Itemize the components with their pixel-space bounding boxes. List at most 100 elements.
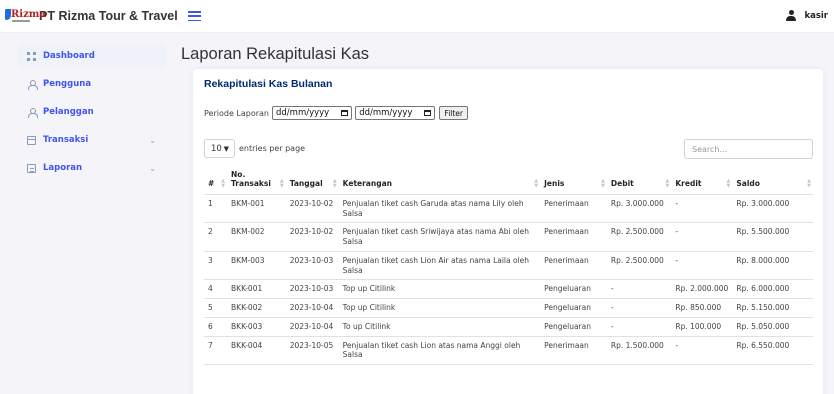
calendar-icon[interactable]: [341, 110, 349, 116]
cell-type: Penerimaan: [540, 251, 607, 281]
cell-debit: Rp. 2.500.000: [606, 251, 672, 281]
date-to-input[interactable]: dd/mm/yyyy: [355, 106, 436, 120]
cell-credit: Rp. 850.000: [671, 298, 733, 318]
report-card: Rekapitulasi Kas Bulanan Periode Laporan…: [193, 69, 823, 394]
cell-description: Penjualan tiket cash Sriwijaya atas nama…: [338, 222, 541, 252]
cell-description: Penjualan tiket cash Lion Air atas nama …: [338, 251, 541, 281]
cell-description: To up Citilink: [338, 317, 541, 337]
cell-number: 5: [204, 298, 228, 318]
cell-debit: -: [606, 279, 672, 299]
cell-balance: Rp. 6.550.000: [732, 336, 813, 365]
sidebar-item-pelanggan[interactable]: Pelanggan: [18, 100, 166, 124]
sidebar-item-label: Laporan: [43, 163, 83, 173]
filter-button[interactable]: Filter: [439, 106, 468, 120]
cell-balance: Rp. 5.500.000: [732, 222, 813, 252]
cell-debit: Rp. 3.000.000: [606, 194, 672, 224]
column-header[interactable]: # ▲ ▼: [204, 167, 228, 195]
cell-number: 1: [204, 194, 228, 224]
cell-type: Pengeluaran: [540, 298, 607, 318]
user-profile[interactable]: kasir: [786, 10, 828, 21]
cell-type: Penerimaan: [540, 194, 607, 224]
cell-description: Penjualan tiket cash Garuda atas nama Li…: [338, 194, 541, 224]
cell-date: 2023-10-05: [285, 336, 339, 365]
cell-transaction-no: BKK-003: [227, 317, 286, 337]
cell-credit: -: [671, 194, 733, 224]
user-name: kasir: [804, 10, 828, 21]
table-row: 2 BKM-002 2023-10-02 Penjualan tiket cas…: [204, 222, 813, 252]
column-header[interactable]: Debit ▲ ▼: [606, 167, 672, 195]
table-row: 7 BKK-004 2023-10-05 Penjualan tiket cas…: [204, 336, 813, 365]
column-header[interactable]: Kredit ▲ ▼: [671, 167, 733, 195]
sidebar-item-pengguna[interactable]: Pengguna: [18, 72, 166, 96]
column-header[interactable]: Jenis ▲ ▼: [540, 167, 607, 195]
cell-number: 3: [204, 251, 228, 281]
card-icon: [27, 136, 36, 145]
cell-debit: -: [606, 298, 672, 318]
column-header[interactable]: Saldo ▲ ▼: [732, 167, 813, 195]
sidebar: Dashboard Pengguna Pelanggan Transaksi ⌄…: [18, 44, 166, 184]
entries-control: 10 ▼ entries per page: [204, 139, 305, 158]
person-icon: [27, 107, 38, 118]
cell-date: 2023-10-04: [285, 298, 339, 318]
chevron-down-icon: ⌄: [149, 163, 156, 173]
column-header[interactable]: Keterangan ▲ ▼: [338, 167, 541, 195]
person-icon: [27, 79, 38, 90]
period-filter: Periode Laporan dd/mm/yyyy dd/mm/yyyy Fi…: [204, 106, 468, 120]
date-from-input[interactable]: dd/mm/yyyy: [272, 106, 353, 120]
period-label: Periode Laporan: [204, 108, 270, 118]
sidebar-item-dashboard[interactable]: Dashboard: [18, 44, 166, 68]
cell-transaction-no: BKM-003: [227, 251, 286, 281]
table-row: 1 BKM-001 2023-10-02 Penjualan tiket cas…: [204, 194, 813, 224]
hamburger-menu-icon[interactable]: [187, 11, 201, 21]
cell-description: Penjualan tiket cash Lion atas nama Angg…: [338, 336, 541, 365]
cell-balance: Rp. 5.050.000: [732, 317, 813, 337]
sidebar-item-transaksi[interactable]: Transaksi ⌄: [18, 128, 166, 152]
brand[interactable]: Rizma PT Rizma Tour & Travel: [0, 9, 178, 23]
cell-debit: Rp. 2.500.000: [606, 222, 672, 252]
sidebar-item-label: Pengguna: [43, 79, 92, 89]
table-body: 1 BKM-001 2023-10-02 Penjualan tiket cas…: [204, 194, 813, 365]
table-row: 6 BKK-003 2023-10-04 To up Citilink Peng…: [204, 317, 813, 337]
cell-debit: Rp. 1.500.000: [606, 336, 672, 365]
entries-per-page-select[interactable]: 10 ▼: [204, 139, 235, 158]
top-navbar: Rizma PT Rizma Tour & Travel kasir: [0, 0, 834, 33]
company-logo: Rizma: [5, 9, 46, 23]
cell-credit: -: [671, 336, 733, 365]
cell-transaction-no: BKK-004: [227, 336, 286, 365]
cell-credit: -: [671, 251, 733, 281]
cell-description: Top up Citilink: [338, 279, 541, 299]
cell-type: Pengeluaran: [540, 317, 607, 337]
calendar-icon[interactable]: [424, 110, 432, 116]
cell-credit: Rp. 2.000.000: [671, 279, 733, 299]
cell-date: 2023-10-02: [285, 194, 339, 224]
cell-transaction-no: BKM-002: [227, 222, 286, 252]
grid-icon: [27, 51, 36, 61]
sidebar-item-label: Pelanggan: [43, 107, 94, 117]
cell-balance: Rp. 5.150.000: [732, 298, 813, 318]
table-row: 4 BKK-001 2023-10-03 Top up Citilink Pen…: [204, 279, 813, 299]
cell-date: 2023-10-04: [285, 317, 339, 337]
cash-recap-table: # ▲ ▼ No. Transaksi ▲ ▼ Tanggal ▲ ▼ Keterangan…: [204, 167, 813, 365]
cell-transaction-no: BKK-001: [227, 279, 286, 299]
cell-number: 2: [204, 222, 228, 252]
sidebar-item-label: Dashboard: [43, 51, 95, 61]
table-row: 3 BKM-003 2023-10-03 Penjualan tiket cas…: [204, 251, 813, 281]
column-header[interactable]: Tanggal ▲ ▼: [285, 167, 339, 195]
column-header[interactable]: No. Transaksi ▲ ▼: [227, 167, 286, 195]
cell-type: Pengeluaran: [540, 279, 607, 299]
chevron-down-icon: ▼: [223, 144, 229, 153]
table-header-row: # ▲ ▼ No. Transaksi ▲ ▼ Tanggal ▲ ▼ Keterangan…: [204, 167, 813, 195]
cell-credit: Rp. 100.000: [671, 317, 733, 337]
page-title: Laporan Rekapitulasi Kas: [181, 45, 370, 63]
entries-label: entries per page: [239, 144, 306, 153]
cell-transaction-no: BKK-002: [227, 298, 286, 318]
cell-balance: Rp. 8.000.000: [732, 251, 813, 281]
brand-name: PT Rizma Tour & Travel: [39, 9, 178, 23]
cell-type: Penerimaan: [540, 336, 607, 365]
cell-description: Top up Citilink: [338, 298, 541, 318]
cell-number: 6: [204, 317, 228, 337]
cell-date: 2023-10-03: [285, 251, 339, 281]
document-icon: [27, 163, 36, 173]
sidebar-item-laporan[interactable]: Laporan ⌄: [18, 156, 166, 180]
search-input[interactable]: Search...: [684, 139, 813, 159]
